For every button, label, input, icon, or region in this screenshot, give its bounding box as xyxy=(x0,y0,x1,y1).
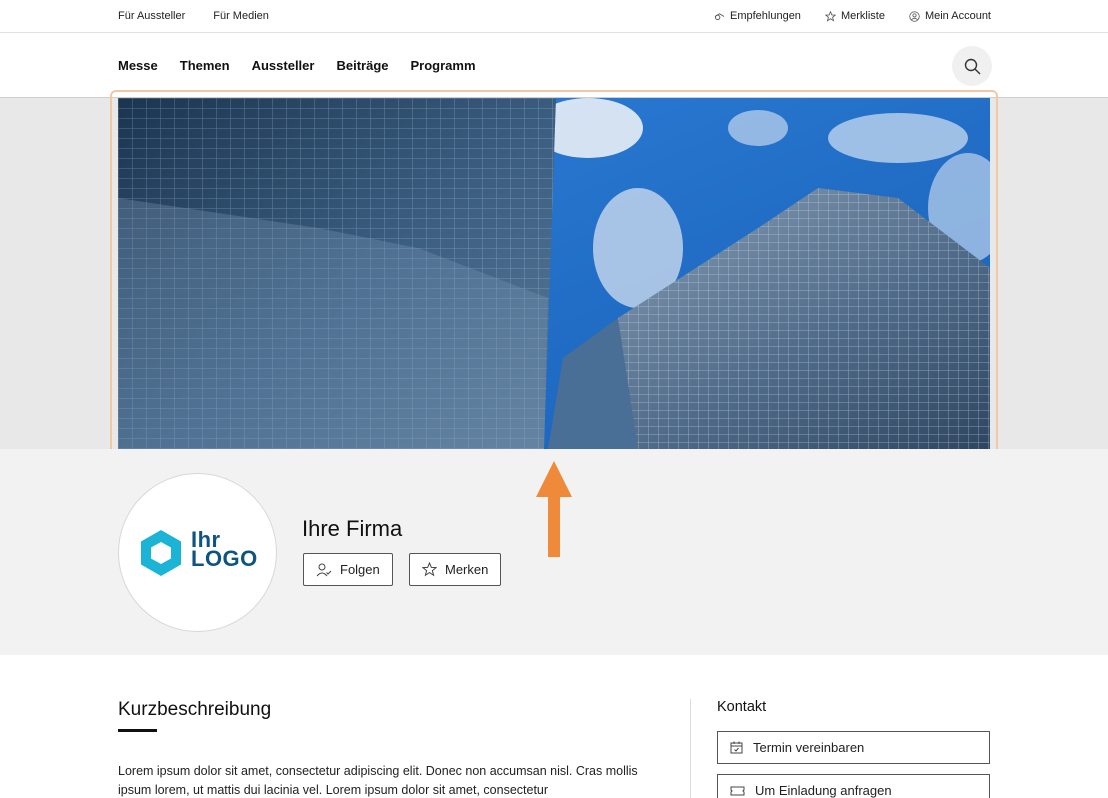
link-for-media[interactable]: Für Medien xyxy=(213,10,269,22)
contact-title: Kontakt xyxy=(717,699,767,715)
search-button[interactable] xyxy=(952,46,992,86)
recommendations-link[interactable]: Empfehlungen xyxy=(714,10,801,22)
hero-highlight-frame xyxy=(110,90,998,457)
calendar-icon xyxy=(730,741,743,754)
title-underline xyxy=(118,729,157,732)
company-logo: Ihr LOGO xyxy=(118,473,277,632)
utility-right-links: Empfehlungen Merkliste Mein Account xyxy=(714,10,991,22)
utility-bar: Für Aussteller Für Medien Empfehlungen M… xyxy=(0,0,1108,33)
nav-item-aussteller[interactable]: Aussteller xyxy=(252,58,315,73)
hexagon-icon xyxy=(141,530,181,576)
nav-item-themen[interactable]: Themen xyxy=(180,58,230,73)
utility-left-links: Für Aussteller Für Medien xyxy=(118,10,269,22)
link-for-exhibitors[interactable]: Für Aussteller xyxy=(118,10,185,22)
logo-line-2: LOGO xyxy=(191,546,258,571)
star-icon xyxy=(824,10,836,22)
nav-item-programm[interactable]: Programm xyxy=(411,58,476,73)
user-follow-icon xyxy=(316,563,332,576)
user-circle-icon xyxy=(909,10,920,22)
recommendation-icon xyxy=(714,12,725,20)
invitation-label: Um Einladung anfragen xyxy=(755,783,892,798)
appointment-label: Termin vereinbaren xyxy=(753,740,865,755)
description-title: Kurzbeschreibung xyxy=(118,699,272,720)
account-link[interactable]: Mein Account xyxy=(909,10,991,22)
follow-label: Folgen xyxy=(340,562,380,577)
logo-text: Ihr LOGO xyxy=(191,529,258,571)
ticket-icon xyxy=(730,786,745,795)
follow-button[interactable]: Folgen xyxy=(303,553,393,586)
search-icon xyxy=(964,58,980,74)
nav-item-messe[interactable]: Messe xyxy=(118,58,158,73)
invitation-button[interactable]: Um Einladung anfragen xyxy=(717,774,990,798)
arrow-up-icon xyxy=(536,461,572,557)
watchlist-link[interactable]: Merkliste xyxy=(824,10,885,22)
bookmark-label: Merken xyxy=(445,562,489,577)
nav-item-beitraege[interactable]: Beiträge xyxy=(336,58,388,73)
star-icon xyxy=(422,562,437,577)
watchlist-label: Merkliste xyxy=(840,10,885,22)
company-name: Ihre Firma xyxy=(302,516,403,541)
account-label: Mein Account xyxy=(924,10,991,22)
main-navigation: Messe Themen Aussteller Beiträge Program… xyxy=(0,33,1108,98)
recommendations-label: Empfehlungen xyxy=(729,10,801,22)
appointment-button[interactable]: Termin vereinbaren xyxy=(717,731,990,764)
column-divider xyxy=(690,699,691,798)
nav-links: Messe Themen Aussteller Beiträge Program… xyxy=(118,58,476,73)
description-text: Lorem ipsum dolor sit amet, consectetur … xyxy=(118,764,638,797)
bookmark-button[interactable]: Merken xyxy=(409,553,502,586)
